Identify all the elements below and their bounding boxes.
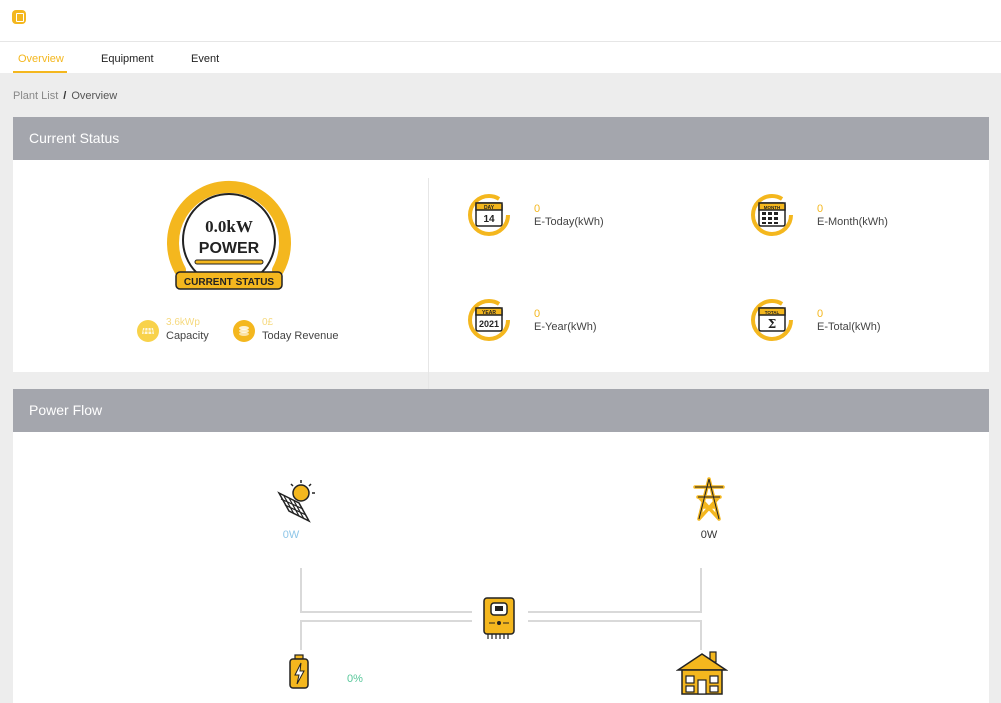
capacity-value: 3.6kWp <box>166 317 200 328</box>
power-gauge: 0.0kW POWER CURRENT STATUS <box>167 180 291 290</box>
battery-line-horizontal <box>300 620 472 622</box>
status-divider <box>428 178 429 390</box>
solar-line-vertical <box>300 568 302 611</box>
svg-text:YEAR: YEAR <box>482 310 496 316</box>
e-year-value: 0 <box>534 308 541 320</box>
capacity-block: 3.6kWp Capacity <box>166 317 209 343</box>
inverter-icon[interactable] <box>482 596 516 642</box>
battery-icon <box>289 654 309 689</box>
load-line-horizontal <box>528 620 702 622</box>
e-month-value: 0 <box>817 203 824 215</box>
breadcrumb: Plant List / Overview <box>13 90 117 102</box>
e-today-value: 0 <box>534 203 541 215</box>
revenue-block: 0£ Today Revenue <box>262 317 338 343</box>
revenue-label: Today Revenue <box>262 330 339 342</box>
svg-text:2021: 2021 <box>479 319 499 329</box>
e-total-value: 0 <box>817 308 824 320</box>
svg-text:TOTAL: TOTAL <box>765 310 780 315</box>
coins-icon <box>233 320 255 342</box>
solar-panel-icon <box>137 320 159 342</box>
calendar-year-icon: YEAR 2021 <box>468 299 510 341</box>
app-logo-icon[interactable] <box>12 10 26 24</box>
tab-event[interactable]: Event <box>191 53 219 65</box>
grid-tower-icon <box>693 477 725 521</box>
e-month-label: E-Month(kWh) <box>817 216 888 228</box>
sigma-total-icon: TOTAL Σ <box>751 299 793 341</box>
svg-text:Σ: Σ <box>768 317 776 331</box>
solar-power-value: 0W <box>282 529 300 541</box>
svg-text:MONTH: MONTH <box>764 205 781 210</box>
tab-bar: Overview Equipment Event <box>0 42 1001 73</box>
power-value: 0.0kW <box>205 217 253 236</box>
current-status-label: CURRENT STATUS <box>184 277 275 288</box>
e-today-label: E-Today(kWh) <box>534 216 604 228</box>
tab-equipment[interactable]: Equipment <box>101 53 154 65</box>
breadcrumb-plant-list[interactable]: Plant List <box>13 90 58 102</box>
current-status-title: Current Status <box>13 117 989 160</box>
svg-text:DAY: DAY <box>484 205 495 211</box>
power-label: POWER <box>199 240 260 257</box>
house-load-icon <box>676 651 728 695</box>
revenue-value: 0£ <box>262 317 274 328</box>
capacity-label: Capacity <box>166 330 209 342</box>
battery-line-vertical <box>300 620 302 650</box>
breadcrumb-separator: / <box>63 90 67 102</box>
power-flow-title: Power Flow <box>13 389 989 432</box>
grid-power-value: 0W <box>700 529 718 541</box>
e-year-label: E-Year(kWh) <box>534 321 597 333</box>
current-status-card: Current Status 0.0kW POWER CURRENT STATU… <box>13 117 989 390</box>
tab-overview[interactable]: Overview <box>18 53 64 65</box>
grid-line-vertical <box>700 568 702 611</box>
solar-panel-sun-icon <box>277 480 315 523</box>
battery-soc-value: 0% <box>347 673 363 685</box>
load-line-vertical <box>700 620 702 650</box>
calendar-day-icon: DAY 14 <box>468 194 510 236</box>
e-total-label: E-Total(kWh) <box>817 321 881 333</box>
active-tab-indicator <box>13 71 67 73</box>
grid-line-horizontal <box>528 611 702 613</box>
power-flow-card: Power Flow 0W 0W 0% <box>13 389 989 703</box>
top-bar <box>0 0 1001 42</box>
solar-line-horizontal <box>300 611 472 613</box>
svg-text:14: 14 <box>483 214 495 225</box>
calendar-month-icon: MONTH <box>751 194 793 236</box>
breadcrumb-current: Overview <box>71 90 118 102</box>
